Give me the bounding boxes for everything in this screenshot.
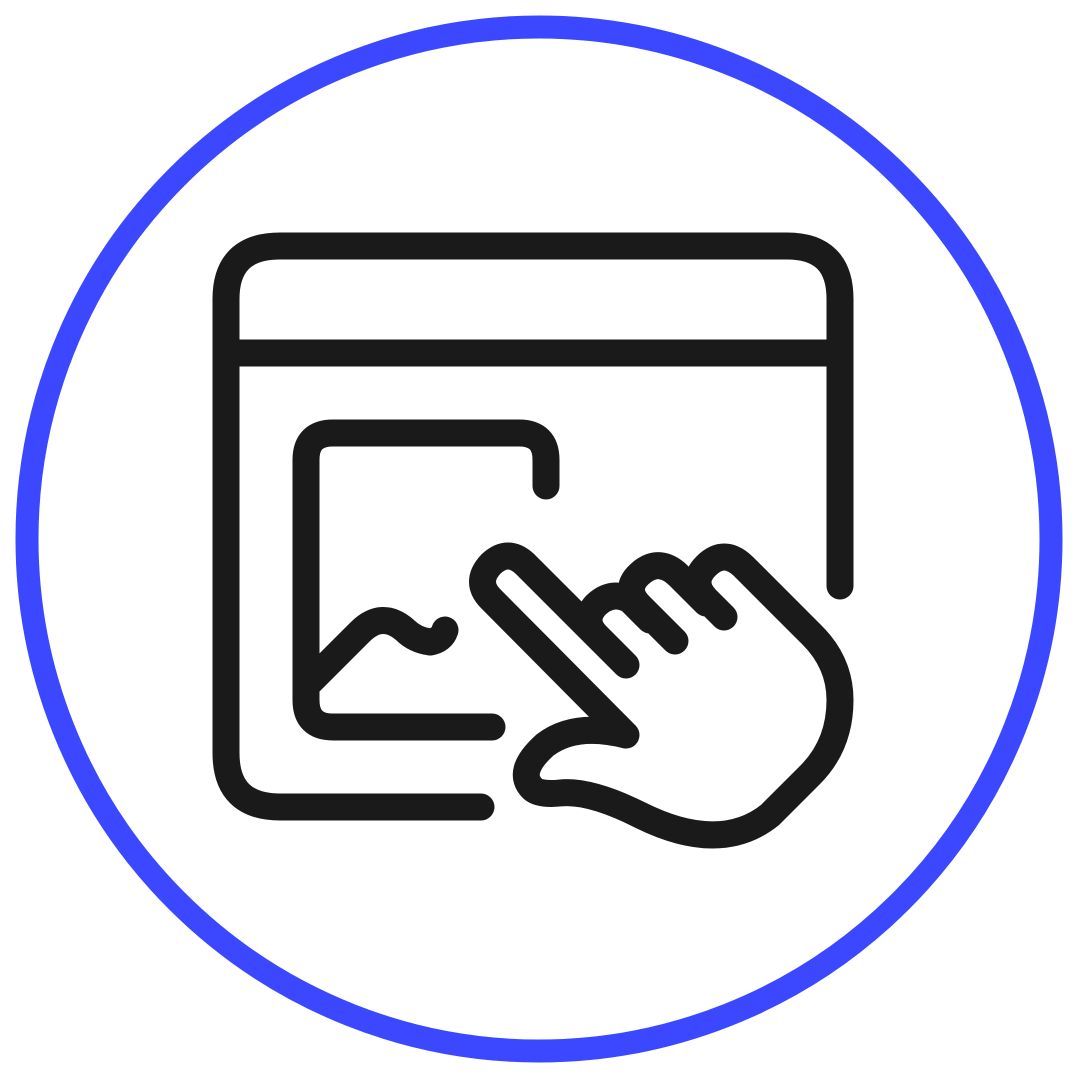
image-frame <box>292 419 560 741</box>
browser-touch-icon <box>15 15 1063 1063</box>
icon-canvas <box>0 0 1080 1080</box>
pointing-hand-icon <box>469 542 854 849</box>
outer-ring <box>15 15 1063 1063</box>
image-landscape-icon <box>292 607 459 700</box>
